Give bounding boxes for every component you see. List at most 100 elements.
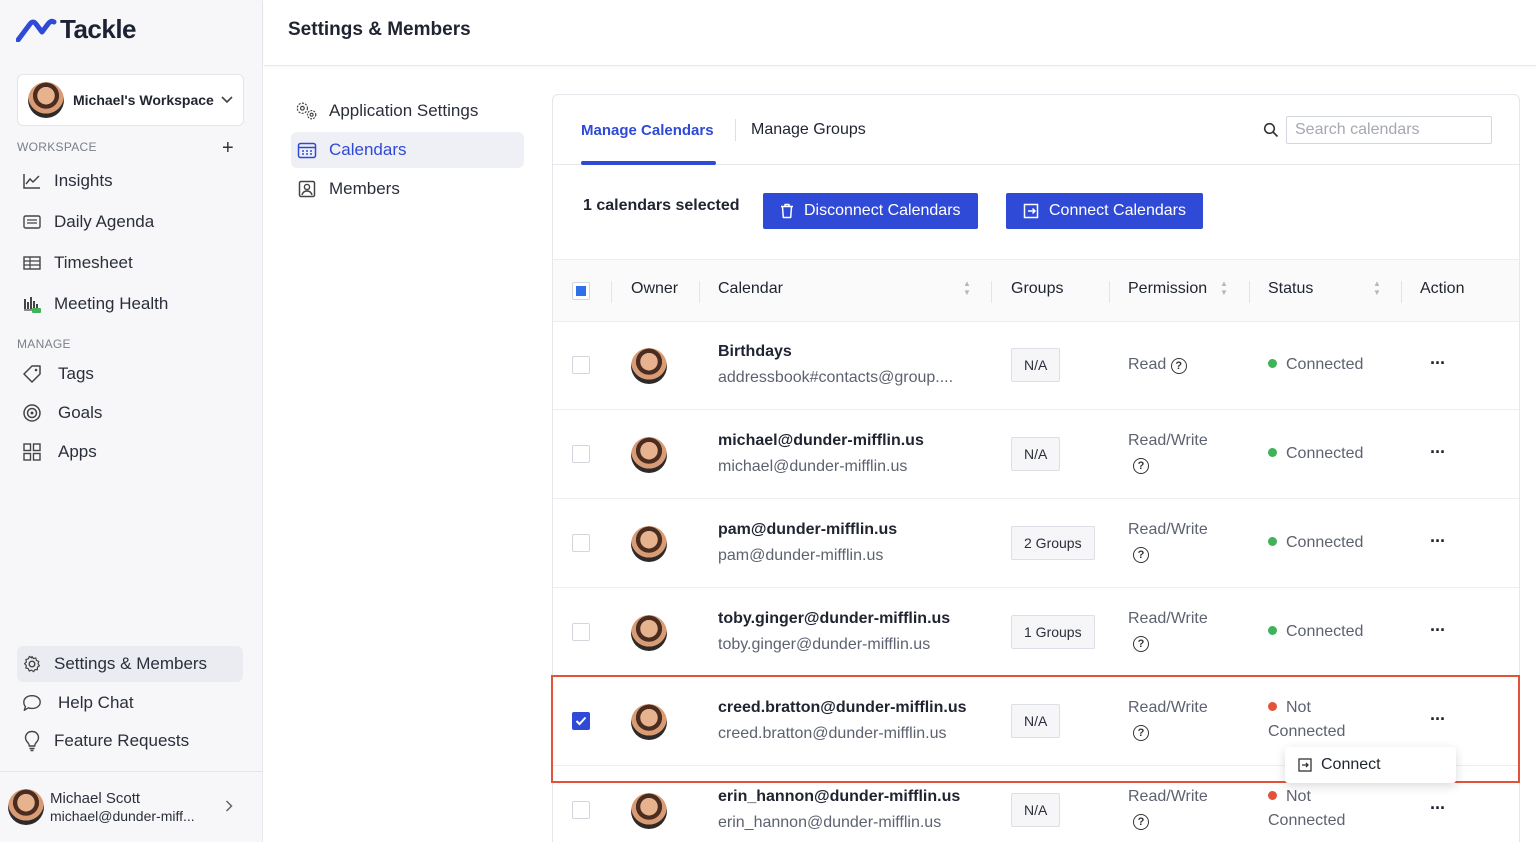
connect-menu-item[interactable]: Connect [1285, 747, 1456, 783]
sidebar-item-label: Timesheet [54, 253, 133, 272]
sidebar-item-tags[interactable]: Tags [17, 356, 243, 392]
status: Connected [1268, 356, 1363, 374]
groups-tag[interactable]: N/A [1011, 793, 1061, 827]
sort-icon[interactable]: ▲ ▼ [963, 279, 971, 297]
row-checkbox[interactable] [572, 712, 590, 730]
help-icon[interactable]: ? [1133, 636, 1149, 652]
workspace-switcher[interactable]: Michael's Workspace [17, 74, 244, 126]
status: Not Connected [1268, 699, 1345, 741]
user-email: michael@dunder-miff... [50, 808, 195, 824]
column-divider [611, 281, 612, 303]
logo-text: Tackle [60, 14, 137, 44]
sidebar-item-label: Meeting Health [54, 294, 169, 313]
disconnect-calendars-label: Disconnect Calendars [804, 202, 961, 219]
sort-icon[interactable]: ▲ ▼ [1220, 279, 1228, 297]
calendars-card: Manage Calendars Manage Groups 1 calenda… [552, 94, 1520, 842]
sort-icon[interactable]: ▲ ▼ [1373, 279, 1381, 297]
more-actions-icon[interactable]: ··· [1430, 353, 1446, 374]
member-icon [295, 178, 319, 200]
search-input[interactable] [1286, 116, 1492, 144]
help-icon[interactable]: ? [1133, 547, 1149, 563]
table-row: toby.ginger@dunder-mifflin.us toby.ginge… [553, 588, 1519, 677]
column-header-permission[interactable]: Permission [1128, 280, 1207, 298]
tab-manage-groups[interactable]: Manage Groups [751, 121, 866, 139]
settings-nav-label: Calendars [329, 140, 407, 159]
add-workspace-item-icon[interactable]: + [222, 138, 234, 158]
more-actions-icon[interactable]: ··· [1430, 620, 1446, 641]
row-checkbox[interactable] [572, 356, 590, 374]
user-profile[interactable]: Michael Scott michael@dunder-miff... [0, 771, 263, 842]
sidebar-item-label: Insights [54, 171, 113, 190]
tackle-logo[interactable]: Tackle [16, 14, 137, 45]
column-header-groups: Groups [1011, 280, 1064, 297]
column-header-action: Action [1420, 280, 1465, 297]
sidebar-item-apps[interactable]: Apps [17, 434, 243, 470]
table-row: Birthdays addressbook#contacts@group....… [553, 321, 1519, 410]
help-icon[interactable]: ? [1170, 358, 1187, 374]
sidebar-item-timesheet[interactable]: Timesheet [17, 245, 243, 281]
disconnect-calendars-button[interactable]: Disconnect Calendars [763, 193, 978, 229]
column-header-owner: Owner [631, 280, 679, 297]
row-checkbox[interactable] [572, 801, 590, 819]
groups-tag[interactable]: 1 Groups [1011, 615, 1095, 649]
gears-icon [295, 100, 319, 122]
selected-count: 1 calendars selected [583, 197, 740, 214]
apps-grid-icon [22, 442, 42, 462]
sidebar-item-settings-members[interactable]: Settings & Members [17, 646, 243, 682]
sidebar-item-help-chat[interactable]: Help Chat [17, 685, 243, 721]
settings-nav-application-settings[interactable]: Application Settings [291, 93, 524, 129]
calendar-id: erin_hannon@dunder-mifflin.us [718, 814, 942, 831]
sidebar-item-goals[interactable]: Goals [17, 395, 243, 431]
more-actions-icon[interactable]: ··· [1430, 709, 1446, 730]
row-checkbox[interactable] [572, 534, 590, 552]
status-text: Connected [1286, 356, 1364, 373]
more-actions-icon[interactable]: ··· [1430, 531, 1446, 552]
workspace-avatar [28, 82, 64, 118]
more-actions-icon[interactable]: ··· [1430, 442, 1446, 463]
groups-tag[interactable]: 2 Groups [1011, 526, 1095, 560]
column-header-calendar[interactable]: Calendar [718, 280, 783, 298]
status-dot [1268, 537, 1277, 546]
page-title: Settings & Members [288, 19, 471, 40]
calendar-id: pam@dunder-mifflin.us [718, 547, 884, 564]
tab-manage-calendars[interactable]: Manage Calendars [581, 122, 714, 139]
status: Connected [1268, 445, 1363, 463]
connect-icon [1298, 758, 1312, 772]
more-actions-icon[interactable]: ··· [1430, 798, 1446, 819]
target-icon [22, 403, 42, 423]
column-header-status[interactable]: Status [1268, 280, 1313, 298]
sidebar-item-meeting-health[interactable]: Meeting Health [17, 286, 243, 322]
sidebar-item-feature-requests[interactable]: Feature Requests [17, 723, 243, 759]
sidebar-item-insights[interactable]: Insights [17, 163, 243, 199]
help-icon[interactable]: ? [1133, 814, 1149, 830]
sidebar-item-daily-agenda[interactable]: Daily Agenda [17, 204, 243, 240]
settings-nav-members[interactable]: Members [291, 171, 524, 207]
groups-tag[interactable]: N/A [1011, 348, 1061, 382]
agenda-icon [22, 212, 42, 232]
calendar-icon [295, 139, 319, 161]
status-text: Connected [1268, 812, 1346, 829]
line-chart-icon [22, 171, 42, 191]
tag-icon [22, 364, 42, 384]
permission-text: Read [1128, 356, 1167, 373]
groups-tag[interactable]: N/A [1011, 704, 1061, 738]
status-text: Connected [1286, 623, 1364, 640]
search-icon [1263, 122, 1279, 143]
connect-calendars-label: Connect Calendars [1049, 202, 1186, 219]
permission: Read/Write? [1128, 610, 1208, 652]
select-all-checkbox[interactable] [572, 282, 590, 300]
status-dot [1268, 702, 1277, 711]
row-checkbox[interactable] [572, 445, 590, 463]
groups-tag[interactable]: N/A [1011, 437, 1061, 471]
connect-calendars-button[interactable]: Connect Calendars [1006, 193, 1203, 229]
connect-icon [1023, 203, 1039, 219]
row-checkbox[interactable] [572, 623, 590, 641]
calendar-id: toby.ginger@dunder-mifflin.us [718, 636, 931, 653]
help-icon[interactable]: ? [1133, 458, 1149, 474]
table-row: pam@dunder-mifflin.us pam@dunder-mifflin… [553, 499, 1519, 588]
workspace-name: Michael's Workspace [73, 92, 214, 108]
settings-nav-calendars[interactable]: Calendars [291, 132, 524, 168]
help-icon[interactable]: ? [1133, 725, 1149, 741]
sidebar-item-label: Feature Requests [54, 731, 190, 750]
table-header: Owner Calendar ▲ ▼ Groups Permission ▲ ▼ S… [553, 259, 1519, 322]
